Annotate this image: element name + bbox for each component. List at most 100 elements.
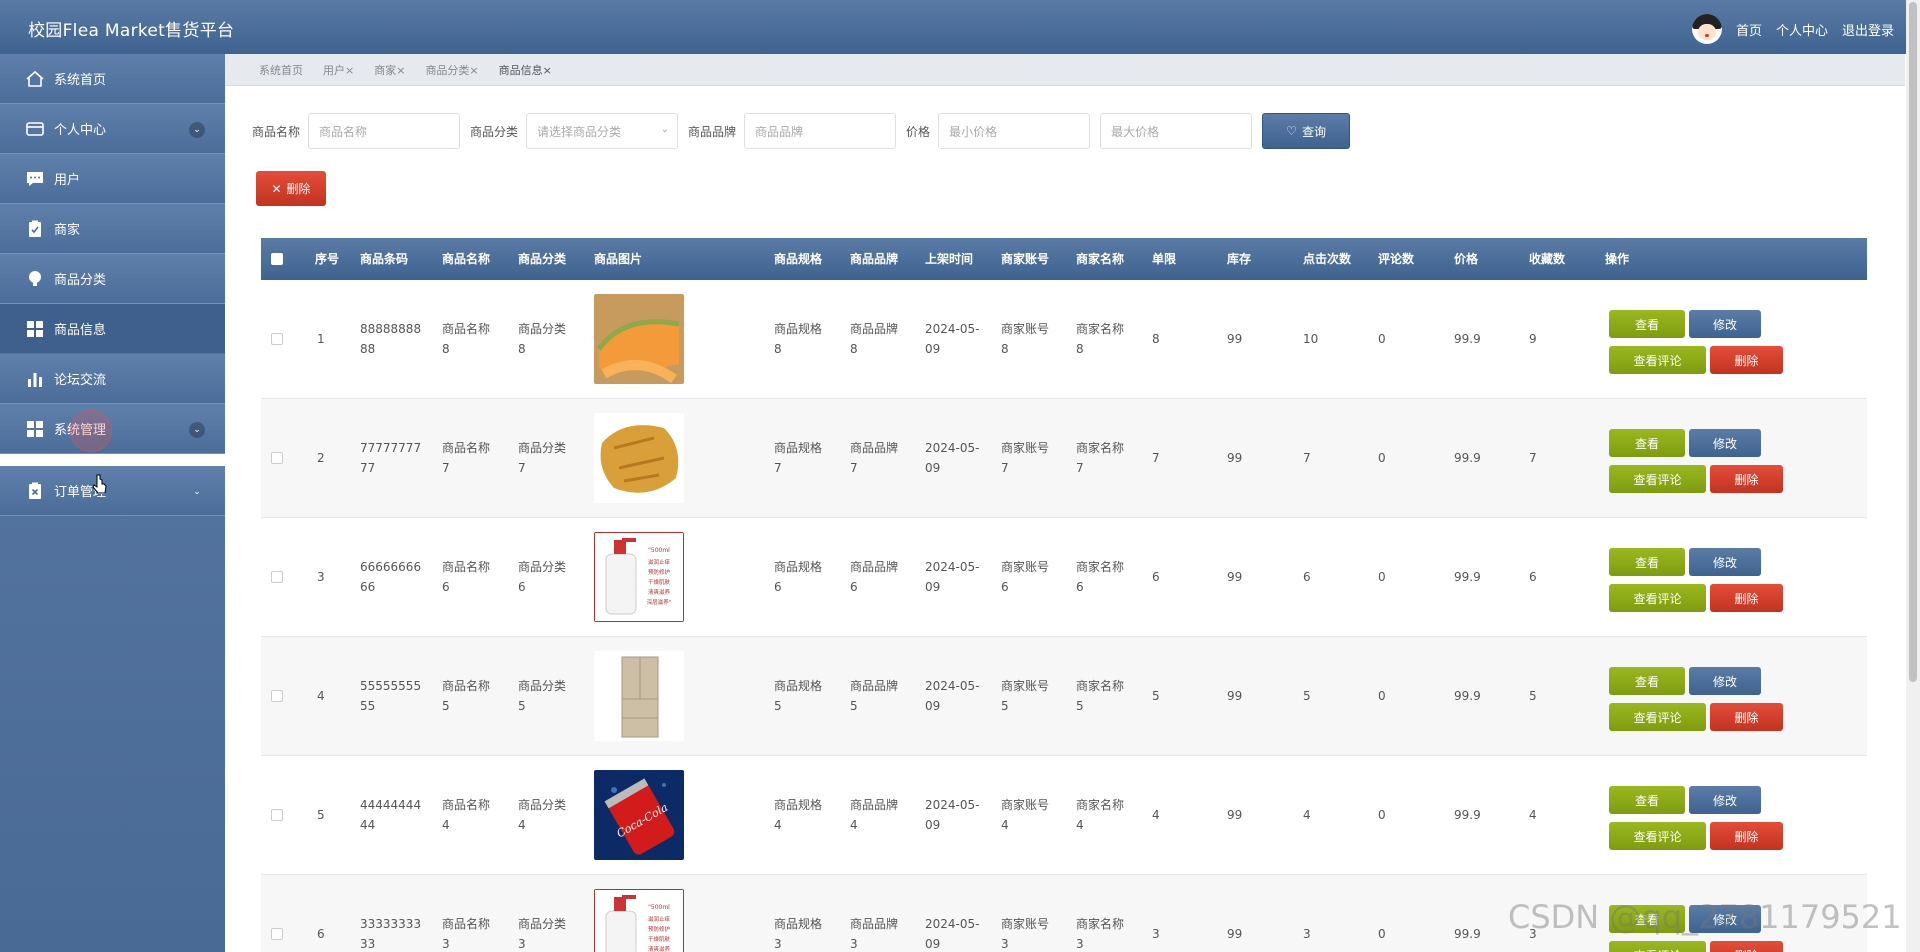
view-button[interactable]: 查看 (1609, 429, 1685, 457)
view-reviews-button[interactable]: 查看评论 (1609, 584, 1706, 612)
product-image[interactable] (594, 294, 684, 384)
cell-code-line1: 33333333 (360, 917, 422, 931)
cell-image: "500ml 滋润止痒预防修护干燥肌肤清爽滋养深层滋养" (594, 518, 684, 636)
sidebar-item-system[interactable]: 系统管理 ⌄ (0, 404, 225, 454)
row-checkbox[interactable] (271, 928, 283, 940)
product-image[interactable] (594, 413, 684, 503)
cell-clicks: 6 (1303, 570, 1311, 584)
sidebar-item-users[interactable]: 用户 (0, 154, 225, 204)
product-image[interactable] (594, 651, 684, 741)
sidebar-item-forum[interactable]: 论坛交流 (0, 354, 225, 404)
product-image[interactable]: Coca-Cola (594, 770, 684, 860)
cell-no: 6 (317, 927, 325, 941)
sidebar-item-merchants[interactable]: 商家 (0, 204, 225, 254)
cell-account-line1: 商家账号 (1001, 441, 1050, 455)
tab-merchants[interactable]: 商家× (374, 62, 405, 78)
delete-button[interactable]: 删除 (1710, 465, 1783, 493)
category-select[interactable]: 请选择商品分类 ⌄ (526, 113, 679, 149)
col-header: 商品图片 (594, 252, 643, 266)
scrollbar-thumb[interactable] (1909, 2, 1917, 682)
select-all-checkbox[interactable] (271, 253, 283, 265)
clipboard-x-icon (24, 480, 46, 502)
cell-reviews: 0 (1378, 689, 1386, 703)
row-checkbox[interactable] (271, 690, 283, 702)
cell-code-line2: 88 (360, 342, 376, 356)
svg-text:预防修护: 预防修护 (648, 568, 671, 576)
col-header: 上架时间 (925, 252, 974, 266)
sidebar-item-products[interactable]: 商品信息 (0, 304, 225, 354)
avatar[interactable] (1691, 14, 1722, 44)
cell-favorites: 5 (1529, 689, 1537, 703)
cell-code-line1: 66666666 (360, 560, 422, 574)
sidebar-item-orders[interactable]: 订单管理 ⌄ (0, 466, 225, 516)
cell-code: 44444444 44 (360, 756, 421, 874)
svg-text:清爽滋养: 清爽滋养 (648, 945, 671, 952)
cell-date-line2: 09 (925, 342, 941, 356)
tab-categories[interactable]: 商品分类× (425, 62, 478, 78)
cell-date-line2: 09 (925, 461, 941, 475)
view-reviews-button[interactable]: 查看评论 (1609, 941, 1706, 952)
row-actions: 查看 修改 查看评论 删除 (1609, 399, 1809, 517)
logout-link[interactable]: 退出登录 (1842, 20, 1894, 39)
profile-link[interactable]: 个人中心 (1776, 20, 1828, 39)
view-button[interactable]: 查看 (1609, 548, 1685, 576)
cell-image: Coca-Cola (594, 756, 684, 874)
cell-merchant: 商家名称 4 (1076, 756, 1124, 874)
edit-button[interactable]: 修改 (1689, 429, 1761, 457)
cell-spec: 商品规格 5 (774, 637, 822, 755)
tab-users[interactable]: 用户× (323, 62, 354, 78)
max-price-input[interactable]: 最大价格 (1100, 113, 1253, 149)
cell-code: 88888888 88 (360, 280, 421, 398)
sidebar-item-label: 商家 (54, 223, 81, 238)
product-name-input[interactable]: 商品名称 (308, 113, 461, 149)
cell-spec: 商品规格 4 (774, 756, 822, 874)
view-reviews-button[interactable]: 查看评论 (1609, 703, 1706, 731)
view-button[interactable]: 查看 (1609, 667, 1685, 695)
edit-button[interactable]: 修改 (1689, 786, 1761, 814)
cell-name-line2: 8 (442, 342, 450, 356)
product-image[interactable]: "500ml滋润止痒预防修护干燥肌肤清爽滋养深层滋养" (594, 532, 684, 622)
delete-button[interactable]: 删除 (1710, 346, 1783, 374)
delete-button[interactable]: 删除 (1710, 584, 1783, 612)
home-link[interactable]: 首页 (1736, 20, 1762, 39)
batch-delete-button[interactable]: ✕ 删除 (256, 171, 326, 206)
scrollbar[interactable] (1906, 0, 1920, 952)
view-button[interactable]: 查看 (1609, 310, 1685, 338)
sidebar-item-profile[interactable]: 个人中心 ⌄ (0, 104, 225, 154)
sidebar-item-home[interactable]: 系统首页 (0, 54, 225, 104)
query-button[interactable]: ♡ 查询 (1262, 113, 1351, 149)
min-price-input[interactable]: 最小价格 (938, 113, 1091, 149)
row-checkbox[interactable] (271, 333, 283, 345)
cell-no: 3 (317, 570, 325, 584)
cell-spec: 商品规格 3 (774, 875, 822, 952)
cell-name-line1: 商品名称 (442, 441, 491, 455)
cell-merchant-line1: 商家名称 (1076, 322, 1125, 336)
tabs-bar: 系统首页 用户× 商家× 商品分类× 商品信息× (225, 54, 1905, 86)
product-image[interactable]: "500ml滋润止痒预防修护干燥肌肤清爽滋养深层滋养" (594, 889, 684, 952)
row-checkbox[interactable] (271, 452, 283, 464)
cell-name-line1: 商品名称 (442, 798, 491, 812)
edit-button[interactable]: 修改 (1689, 548, 1761, 576)
svg-text:预防修护: 预防修护 (648, 925, 671, 933)
cell-merchant: 商家名称 6 (1076, 518, 1124, 636)
delete-button[interactable]: 删除 (1710, 703, 1783, 731)
view-button[interactable]: 查看 (1609, 786, 1685, 814)
cell-date: 2024-05- 09 (925, 875, 979, 952)
view-reviews-button[interactable]: 查看评论 (1609, 822, 1706, 850)
table-row: 3 66666666 66 商品名称 6 商品分类 6 商品规格 6 商品品牌 6 2024-05- 0… (261, 518, 1867, 637)
sidebar-item-categories[interactable]: 商品分类 (0, 254, 225, 304)
table-body: 1 88888888 88 商品名称 8 商品分类 8 商品规格 8 商品品牌 8 2024-05- 0… (261, 280, 1867, 952)
view-reviews-button[interactable]: 查看评论 (1609, 346, 1706, 374)
edit-button[interactable]: 修改 (1689, 310, 1761, 338)
view-reviews-button[interactable]: 查看评论 (1609, 465, 1706, 493)
row-checkbox[interactable] (271, 809, 283, 821)
sidebar-item-label: 用户 (54, 173, 81, 188)
edit-button[interactable]: 修改 (1689, 667, 1761, 695)
col-header: 收藏数 (1529, 252, 1566, 266)
brand-input[interactable]: 商品品牌 (744, 113, 897, 149)
tab-home[interactable]: 系统首页 (259, 62, 303, 78)
delete-button[interactable]: 删除 (1710, 941, 1783, 952)
row-checkbox[interactable] (271, 571, 283, 583)
tab-products[interactable]: 商品信息× (499, 62, 552, 78)
delete-button[interactable]: 删除 (1710, 822, 1783, 850)
